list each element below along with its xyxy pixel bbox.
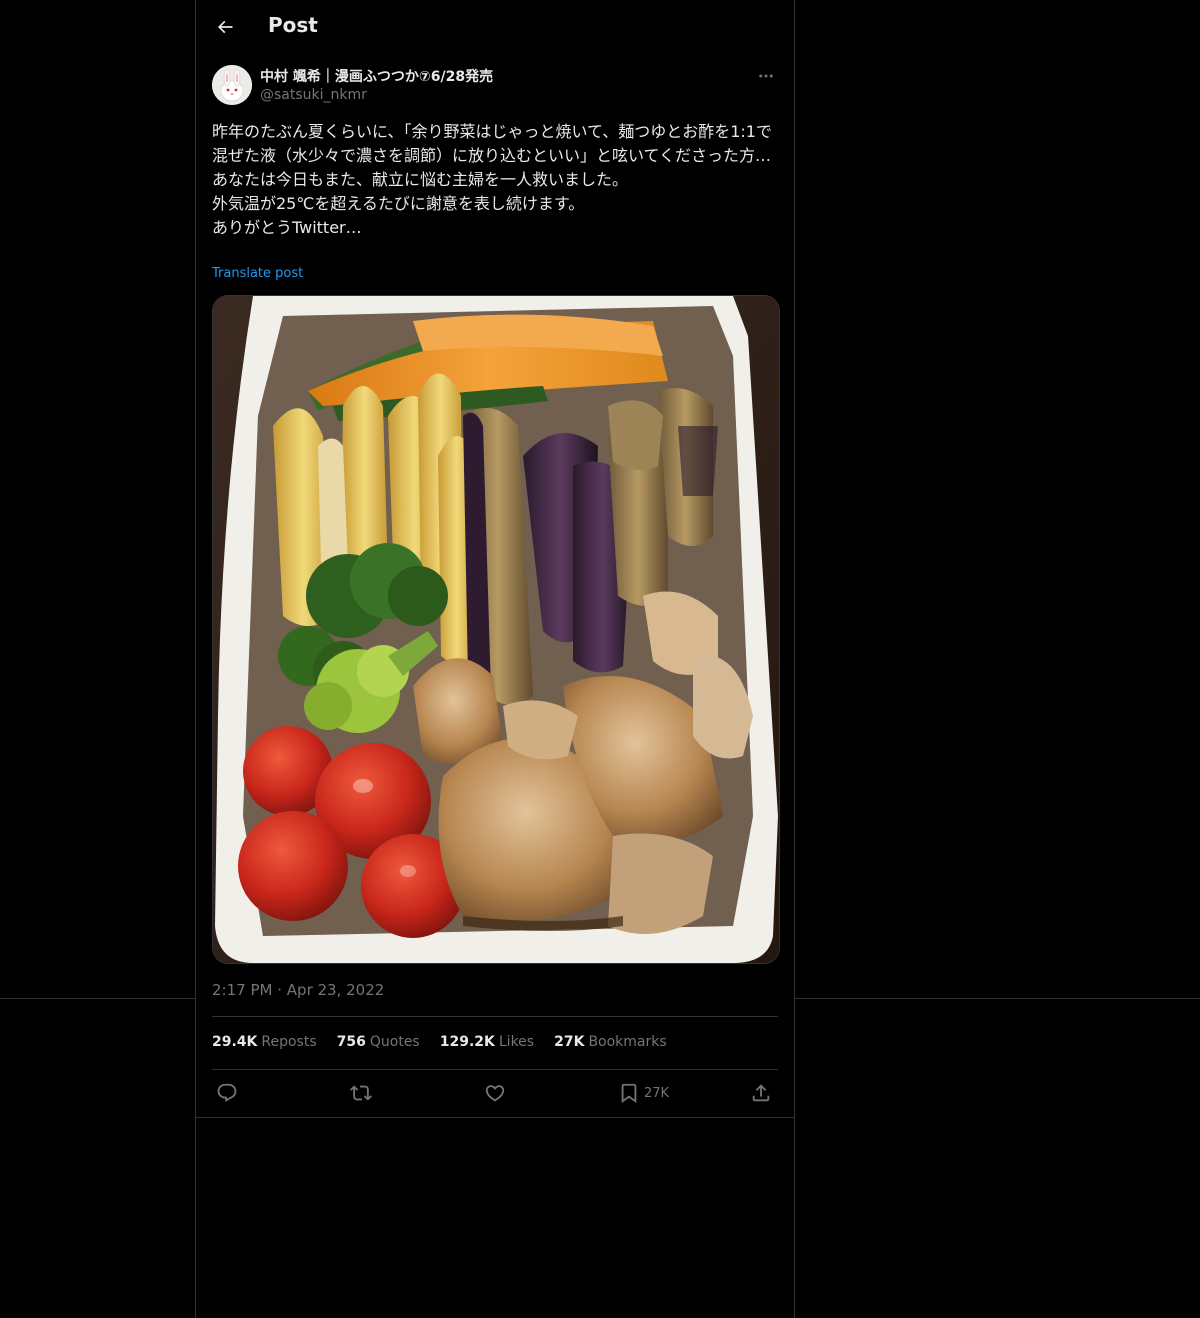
divider <box>212 1069 778 1070</box>
likes-stat[interactable]: 129.2K Likes <box>440 1034 534 1050</box>
page-title: Post <box>268 13 318 37</box>
like-button[interactable] <box>484 1080 506 1106</box>
author-display-name[interactable]: 中村 颯希｜漫画ふつつか⑦6/28発売 <box>260 66 493 86</box>
bookmark-button[interactable]: 27K <box>618 1080 669 1106</box>
author-handle[interactable]: @satsuki_nkmr <box>260 87 367 103</box>
arrow-left-icon <box>217 20 233 34</box>
likes-count: 129.2K <box>439 1034 495 1050</box>
quotes-count: 756 <box>336 1034 366 1050</box>
post-date[interactable]: Apr 23, 2022 <box>287 981 385 999</box>
post-column: Post 中村 颯希｜漫画ふつつか⑦6/28発売 @satsuki_nkmr 昨… <box>195 0 795 1318</box>
share-icon <box>752 1084 770 1102</box>
repost-icon <box>350 1085 372 1101</box>
post-header: Post <box>196 0 794 53</box>
translate-post-link[interactable]: Translate post <box>212 266 303 281</box>
post-author: 中村 颯希｜漫画ふつつか⑦6/28発売 @satsuki_nkmr <box>212 64 778 108</box>
timestamp-separator: · <box>277 981 287 999</box>
post-time[interactable]: 2:17 PM <box>212 981 272 999</box>
reposts-stat[interactable]: 29.4K Reposts <box>212 1034 317 1050</box>
food-photo-image <box>213 296 779 963</box>
more-options-button[interactable] <box>754 64 778 88</box>
post-text: 昨年のたぶん夏くらいに、「余り野菜はじゃっと焼いて、麺つゆとお酢を1:1で混ぜた… <box>212 122 772 237</box>
avatar[interactable] <box>212 65 252 105</box>
bookmarks-count: 27K <box>554 1034 585 1050</box>
bookmark-icon <box>621 1083 637 1104</box>
quotes-stat[interactable]: 756 Quotes <box>337 1034 420 1050</box>
more-horizontal-icon <box>759 74 773 78</box>
reply-button[interactable] <box>216 1080 238 1106</box>
heart-icon <box>485 1085 505 1102</box>
bookmarks-stat[interactable]: 27K Bookmarks <box>554 1034 667 1050</box>
reposts-count: 29.4K <box>212 1034 258 1050</box>
bookmarks-label: Bookmarks <box>588 1034 667 1050</box>
post-timestamp: 2:17 PM · Apr 23, 2022 <box>212 981 384 999</box>
rabbit-avatar-image <box>212 65 252 105</box>
post-actions: 27K <box>212 1080 778 1106</box>
post-photo[interactable] <box>212 295 780 964</box>
repost-button[interactable] <box>350 1080 372 1106</box>
likes-label: Likes <box>498 1034 535 1050</box>
quotes-label: Quotes <box>369 1034 420 1050</box>
back-button[interactable] <box>208 10 242 44</box>
share-button[interactable] <box>750 1080 772 1106</box>
divider <box>196 1117 794 1118</box>
reposts-label: Reposts <box>261 1034 317 1050</box>
bookmark-action-count: 27K <box>644 1085 670 1101</box>
reply-icon <box>217 1083 237 1102</box>
post-stats: 29.4K Reposts 756 Quotes 129.2K Likes 27K Bo… <box>212 1034 667 1050</box>
divider <box>212 1016 778 1017</box>
